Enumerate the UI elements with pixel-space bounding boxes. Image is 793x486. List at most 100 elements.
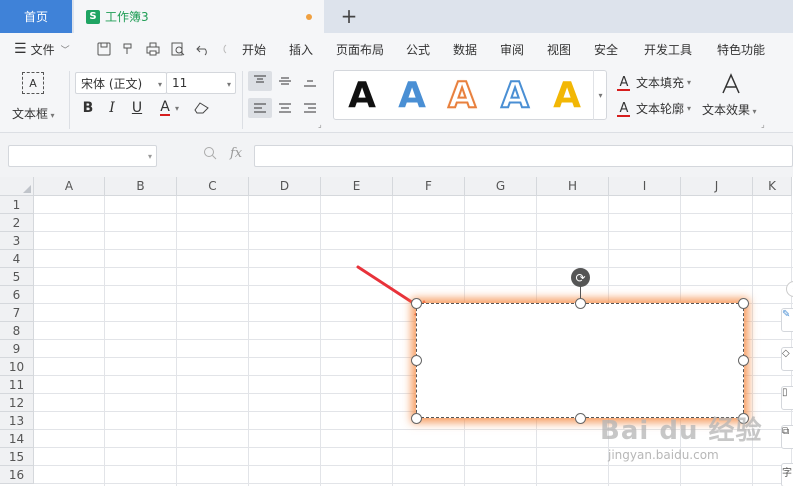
row-header-5[interactable]: 5 <box>0 268 34 286</box>
column-header-k[interactable]: K <box>753 177 792 196</box>
textbox-button[interactable]: A 文本框 ▾ <box>8 69 62 127</box>
art-style-black[interactable]: A <box>344 75 380 116</box>
dialog-launcher-icon[interactable]: ⌟ <box>761 120 765 129</box>
art-style-blue-outline[interactable]: A <box>497 74 533 117</box>
text-fill-label: 文本填充 <box>636 75 685 90</box>
eraser-icon[interactable] <box>192 98 212 118</box>
font-color-letter: A <box>160 99 170 116</box>
text-box-shape[interactable] <box>416 303 744 418</box>
arrange-tool[interactable]: ⧉ <box>781 425 793 449</box>
resize-handle-top-left[interactable] <box>411 298 422 309</box>
resize-handle-bottom-right[interactable] <box>738 413 749 424</box>
menu-data[interactable]: 数据 <box>453 33 477 65</box>
column-header-f[interactable]: F <box>393 177 465 196</box>
resize-handle-left[interactable] <box>411 355 422 366</box>
column-header-i[interactable]: I <box>609 177 681 196</box>
formula-input[interactable] <box>254 145 793 167</box>
menu-developer[interactable]: 开发工具 <box>644 33 692 65</box>
row-header-3[interactable]: 3 <box>0 232 34 250</box>
align-top-button[interactable] <box>248 71 272 91</box>
row-header-13[interactable]: 13 <box>0 412 34 430</box>
chevron-down-icon: ▾ <box>598 90 603 100</box>
column-header-a[interactable]: A <box>34 177 105 196</box>
bold-button[interactable]: B <box>78 98 98 118</box>
resize-handle-right[interactable] <box>738 355 749 366</box>
save-icon[interactable] <box>96 41 112 57</box>
shape-style-tool[interactable]: ✎ <box>781 308 793 332</box>
redo-icon[interactable] <box>215 41 231 57</box>
fx-icon[interactable]: fx <box>230 146 242 161</box>
menu-security[interactable]: 安全 <box>594 33 618 65</box>
row-header-7[interactable]: 7 <box>0 304 34 322</box>
art-style-orange-outline[interactable]: A <box>444 74 480 117</box>
column-header-h[interactable]: H <box>537 177 609 196</box>
menu-review[interactable]: 审阅 <box>500 33 524 65</box>
unsaved-dot-icon <box>306 14 312 20</box>
column-header-g[interactable]: G <box>465 177 537 196</box>
resize-handle-top[interactable] <box>575 298 586 309</box>
text-effect-icon <box>720 73 742 101</box>
text-outline-button[interactable]: A 文本轮廓 ▾ <box>616 98 691 118</box>
resize-handle-top-right[interactable] <box>738 298 749 309</box>
column-header-j[interactable]: J <box>681 177 753 196</box>
column-header-c[interactable]: C <box>177 177 249 196</box>
row-header-6[interactable]: 6 <box>0 286 34 304</box>
menu-start[interactable]: 开始 <box>242 33 266 65</box>
gallery-more-button[interactable]: ▾ <box>593 70 607 120</box>
row-header-2[interactable]: 2 <box>0 214 34 232</box>
align-right-button[interactable] <box>298 98 322 118</box>
resize-handle-bottom[interactable] <box>575 413 586 424</box>
layout-tool[interactable]: ▯ <box>781 386 793 410</box>
art-style-blue[interactable]: A <box>394 75 430 116</box>
text-effect-button[interactable]: 文本效果 ▾ <box>700 73 764 123</box>
menu-special-features[interactable]: 特色功能 <box>717 33 765 65</box>
row-header-9[interactable]: 9 <box>0 340 34 358</box>
menu-insert[interactable]: 插入 <box>289 33 313 65</box>
text-tool[interactable]: 字 <box>781 463 793 486</box>
underline-button[interactable]: U <box>127 98 147 118</box>
art-style-gold[interactable]: A <box>549 75 585 116</box>
ribbon: A 文本框 ▾ 宋体 (正文) ▾ 11 ▾ B I U A ▾ ⌟ A A A <box>0 65 793 133</box>
row-header-8[interactable]: 8 <box>0 322 34 340</box>
italic-button[interactable]: I <box>102 98 122 118</box>
menu-view[interactable]: 视图 <box>547 33 571 65</box>
column-header-e[interactable]: E <box>321 177 393 196</box>
menu-page-layout[interactable]: 页面布局 <box>336 33 384 65</box>
select-all-corner[interactable] <box>0 177 34 196</box>
align-middle-button[interactable] <box>273 71 297 91</box>
row-header-12[interactable]: 12 <box>0 394 34 412</box>
row-header-10[interactable]: 10 <box>0 358 34 376</box>
font-name-select[interactable]: 宋体 (正文) ▾ <box>75 72 167 94</box>
fill-tool[interactable]: ◇ <box>781 347 793 371</box>
dialog-launcher-icon[interactable]: ⌟ <box>318 120 322 129</box>
column-header-b[interactable]: B <box>105 177 177 196</box>
resize-handle-bottom-left[interactable] <box>411 413 422 424</box>
row-header-16[interactable]: 16 <box>0 466 34 484</box>
row-header-4[interactable]: 4 <box>0 250 34 268</box>
chevron-down-icon[interactable]: ▾ <box>175 104 179 113</box>
row-header-11[interactable]: 11 <box>0 376 34 394</box>
menu-formula[interactable]: 公式 <box>406 33 430 65</box>
undo-icon[interactable] <box>195 41 211 57</box>
file-menu[interactable]: ☰ 文件 ﹀ <box>14 33 70 65</box>
align-center-button[interactable] <box>273 98 297 118</box>
font-color-button[interactable]: A <box>155 98 175 118</box>
format-painter-icon[interactable] <box>120 41 136 57</box>
text-fill-button[interactable]: A 文本填充 ▾ <box>616 72 691 92</box>
name-box[interactable]: ▾ <box>8 145 157 167</box>
row-header-1[interactable]: 1 <box>0 196 34 214</box>
font-size-select[interactable]: 11 ▾ <box>166 72 236 94</box>
zoom-icon[interactable] <box>203 146 217 164</box>
new-tab-button[interactable]: + <box>338 4 360 28</box>
tab-workbook[interactable]: S 工作簿3 <box>74 0 324 33</box>
print-icon[interactable] <box>145 41 161 57</box>
row-header-14[interactable]: 14 <box>0 430 34 448</box>
tab-home[interactable]: 首页 <box>0 0 72 33</box>
rotate-handle-icon[interactable]: ⟳ <box>571 268 590 287</box>
align-bottom-button[interactable] <box>298 71 322 91</box>
menu-bar: ☰ 文件 ﹀ 开始 插入 页面布局 公式 数据 审阅 视图 安全 开发工具 特色… <box>0 33 793 65</box>
row-header-15[interactable]: 15 <box>0 448 34 466</box>
align-left-button[interactable] <box>248 98 272 118</box>
column-header-d[interactable]: D <box>249 177 321 196</box>
print-preview-icon[interactable] <box>170 41 186 57</box>
